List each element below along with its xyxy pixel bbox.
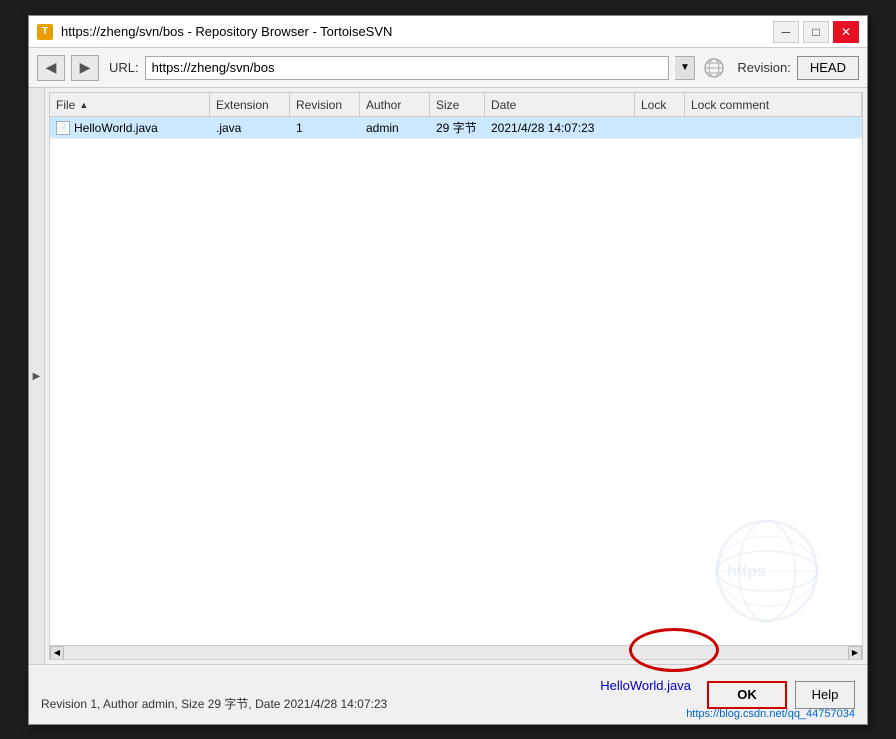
col-header-revision[interactable]: Revision bbox=[290, 93, 360, 116]
file-list: 📄 HelloWorld.java .java 1 admin 29 字节 20… bbox=[50, 117, 862, 645]
col-header-author[interactable]: Author bbox=[360, 93, 430, 116]
col-header-date[interactable]: Date bbox=[485, 93, 635, 116]
window-controls: ─ □ ✕ bbox=[773, 21, 859, 43]
file-cell-author: admin bbox=[360, 117, 430, 138]
col-header-extension[interactable]: Extension bbox=[210, 93, 290, 116]
blog-url: https://blog.csdn.net/qq_44757034 bbox=[686, 708, 855, 720]
file-cell-name: 📄 HelloWorld.java bbox=[50, 117, 210, 138]
window-title: https://zheng/svn/bos - Repository Brows… bbox=[61, 24, 773, 39]
col-header-size[interactable]: Size bbox=[430, 93, 485, 116]
url-input[interactable] bbox=[145, 56, 670, 80]
forward-button[interactable]: ▶ bbox=[71, 55, 99, 81]
col-header-lock-comment[interactable]: Lock comment bbox=[685, 93, 862, 116]
file-browser: File ▲ Extension Revision Author Size Da… bbox=[49, 92, 863, 660]
status-text-area: HelloWorld.java Revision 1, Author admin… bbox=[41, 678, 691, 712]
table-row[interactable]: 📄 HelloWorld.java .java 1 admin 29 字节 20… bbox=[50, 117, 862, 139]
col-header-lock[interactable]: Lock bbox=[635, 93, 685, 116]
file-cell-lock bbox=[635, 117, 685, 138]
scroll-left-button[interactable]: ◀ bbox=[50, 646, 64, 660]
status-details: Revision 1, Author admin, Size 29 字节, Da… bbox=[41, 695, 691, 712]
status-bar: HelloWorld.java Revision 1, Author admin… bbox=[29, 664, 867, 724]
repository-browser-window: T https://zheng/svn/bos - Repository Bro… bbox=[28, 15, 868, 725]
app-icon: T bbox=[37, 24, 53, 40]
horizontal-scrollbar[interactable]: ◀ ▶ bbox=[50, 645, 862, 659]
minimize-button[interactable]: ─ bbox=[773, 21, 799, 43]
globe-icon bbox=[701, 55, 727, 81]
content-area: ▶ File ▲ Extension Revision Author bbox=[29, 88, 867, 664]
scroll-track bbox=[64, 646, 848, 660]
revision-button[interactable]: HEAD bbox=[797, 56, 859, 80]
url-dropdown-button[interactable]: ▼ bbox=[675, 56, 695, 80]
toolbar: ◀ ▶ URL: ▼ Revision: HEAD bbox=[29, 48, 867, 88]
close-button[interactable]: ✕ bbox=[833, 21, 859, 43]
file-cell-size: 29 字节 bbox=[430, 117, 485, 138]
file-cell-date: 2021/4/28 14:07:23 bbox=[485, 117, 635, 138]
status-buttons: OK Help bbox=[707, 681, 855, 709]
file-icon: 📄 bbox=[56, 121, 70, 135]
col-header-file[interactable]: File ▲ bbox=[50, 93, 210, 116]
title-bar: T https://zheng/svn/bos - Repository Bro… bbox=[29, 16, 867, 48]
status-filename: HelloWorld.java bbox=[41, 678, 691, 693]
file-cell-revision: 1 bbox=[290, 117, 360, 138]
revision-label: Revision: bbox=[737, 60, 790, 75]
ok-button[interactable]: OK bbox=[707, 681, 787, 709]
file-cell-extension: .java bbox=[210, 117, 290, 138]
maximize-button[interactable]: □ bbox=[803, 21, 829, 43]
sidebar-arrow-icon: ▶ bbox=[33, 371, 41, 382]
help-button[interactable]: Help bbox=[795, 681, 855, 709]
sidebar-toggle[interactable]: ▶ bbox=[29, 88, 45, 664]
sort-arrow-icon: ▲ bbox=[79, 100, 88, 110]
file-cell-lock-comment bbox=[685, 117, 862, 138]
column-headers: File ▲ Extension Revision Author Size Da… bbox=[50, 93, 862, 117]
url-label: URL: bbox=[109, 60, 139, 75]
back-button[interactable]: ◀ bbox=[37, 55, 65, 81]
scroll-right-button[interactable]: ▶ bbox=[848, 646, 862, 660]
